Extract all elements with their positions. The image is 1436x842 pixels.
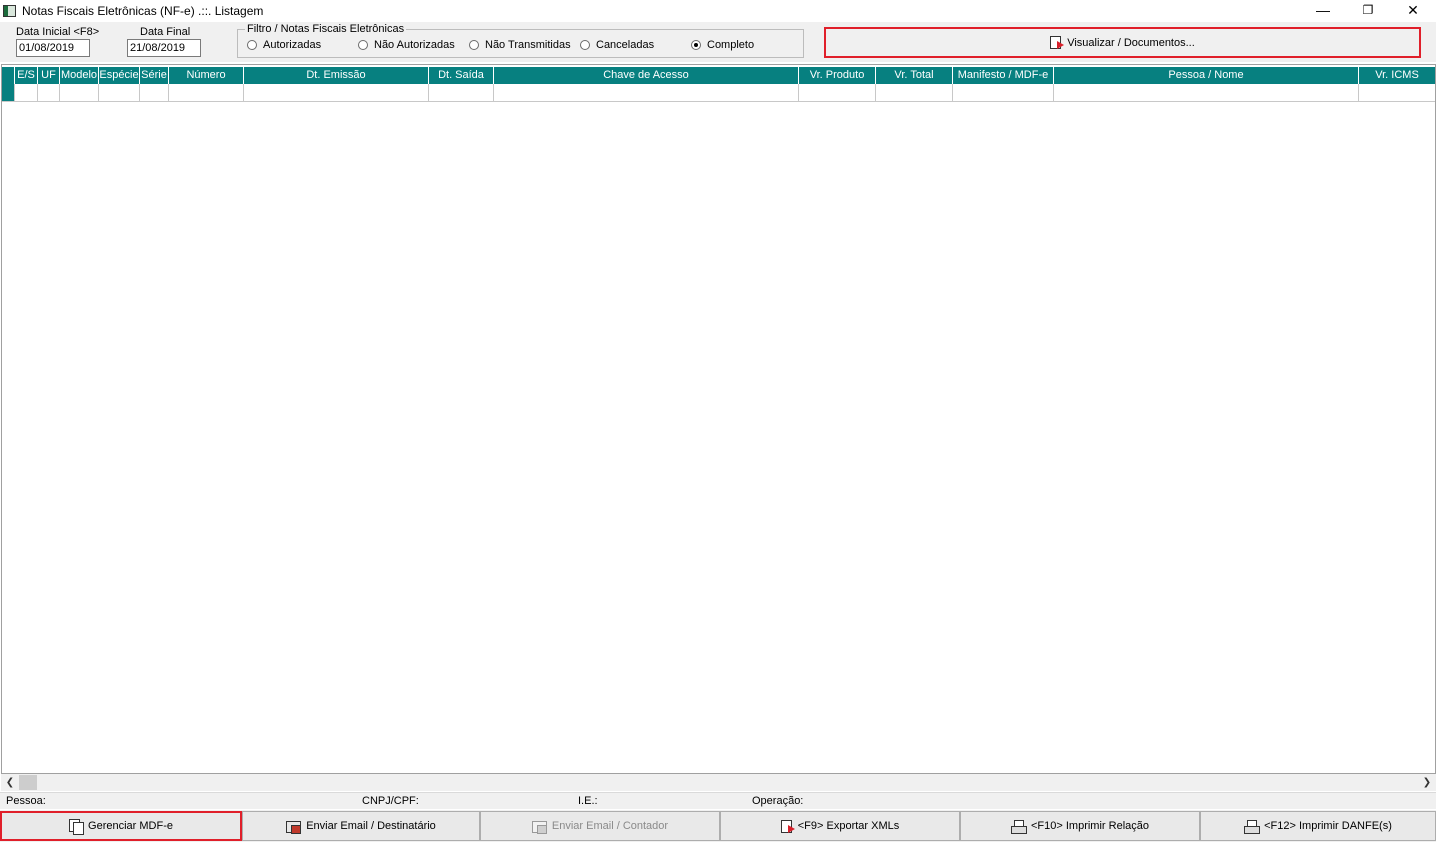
- table-cell[interactable]: [99, 84, 140, 102]
- col-vr-icms[interactable]: Vr. ICMS: [1359, 67, 1435, 84]
- radio-nao-autorizadas[interactable]: Não Autorizadas: [358, 39, 455, 51]
- status-bar: Pessoa: CNPJ/CPF: I.E.: Operação:: [0, 792, 1436, 809]
- imprimir-danfe-button[interactable]: <F12> Imprimir DANFE(s): [1200, 811, 1436, 841]
- col-manifesto-mdfe[interactable]: Manifesto / MDF-e: [953, 67, 1054, 84]
- scrollbar-thumb[interactable]: [19, 775, 37, 790]
- enviar-email-contador-button[interactable]: Enviar Email / Contador: [480, 811, 720, 841]
- close-button[interactable]: ✕: [1390, 0, 1436, 22]
- table-cell[interactable]: [140, 84, 169, 102]
- gerenciar-mdfe-button[interactable]: Gerenciar MDF-e: [0, 811, 242, 841]
- col-especie[interactable]: Espécie: [99, 67, 140, 84]
- exportar-xmls-button[interactable]: <F9> Exportar XMLs: [720, 811, 960, 841]
- nfe-grid[interactable]: E/S UF Modelo Espécie Série Número Dt. E…: [1, 64, 1436, 774]
- bottom-action-bar: Gerenciar MDF-e Enviar Email / Destinatá…: [0, 810, 1436, 842]
- radio-checked-icon: [691, 40, 701, 50]
- ie-label: I.E.:: [578, 795, 598, 807]
- filter-group-label: Filtro / Notas Fiscais Eletrônicas: [245, 23, 407, 35]
- table-cell[interactable]: [1359, 84, 1435, 102]
- radio-circle-icon: [358, 40, 368, 50]
- horizontal-scrollbar[interactable]: ❮ ❯: [1, 774, 1436, 791]
- document-arrow-icon: [780, 819, 795, 833]
- nfe-filter-group: Filtro / Notas Fiscais Eletrônicas Autor…: [237, 23, 804, 58]
- table-cell[interactable]: [429, 84, 494, 102]
- start-date-label: Data Inicial <F8>: [16, 26, 100, 38]
- table-cell[interactable]: [15, 84, 38, 102]
- email-icon: [286, 819, 302, 834]
- table-cell[interactable]: [1054, 84, 1359, 102]
- col-pessoa-nome[interactable]: Pessoa / Nome: [1054, 67, 1359, 84]
- table-cell[interactable]: [876, 84, 953, 102]
- col-modelo[interactable]: Modelo: [60, 67, 99, 84]
- col-indicator: [2, 67, 15, 84]
- radio-circle-icon: [469, 40, 479, 50]
- col-vr-produto[interactable]: Vr. Produto: [799, 67, 876, 84]
- restore-button[interactable]: ❐: [1345, 0, 1391, 22]
- table-cell[interactable]: [38, 84, 60, 102]
- table-cell[interactable]: [953, 84, 1054, 102]
- document-arrow-icon: [1050, 36, 1065, 49]
- end-date-label: Data Final: [140, 26, 191, 38]
- col-serie[interactable]: Série: [140, 67, 169, 84]
- col-dt-emissao[interactable]: Dt. Emissão: [244, 67, 429, 84]
- printer-icon: [1244, 819, 1261, 834]
- printer-icon: [1011, 819, 1027, 834]
- minimize-button[interactable]: —: [1300, 0, 1346, 22]
- filter-toolbar: Data Inicial <F8> Data Final Filtro / No…: [0, 22, 1436, 62]
- scroll-right-icon[interactable]: ❯: [1420, 775, 1434, 790]
- imprimir-relacao-button[interactable]: <F10> Imprimir Relação: [960, 811, 1200, 841]
- radio-completo[interactable]: Completo: [691, 39, 754, 51]
- table-cell[interactable]: [60, 84, 99, 102]
- documents-icon: [69, 819, 85, 835]
- radio-autorizadas[interactable]: Autorizadas: [247, 39, 321, 51]
- col-chave-acesso[interactable]: Chave de Acesso: [494, 67, 799, 84]
- table-cell[interactable]: [494, 84, 799, 102]
- table-cell[interactable]: [799, 84, 876, 102]
- enviar-email-destinatario-button[interactable]: Enviar Email / Destinatário: [242, 811, 480, 841]
- radio-canceladas[interactable]: Canceladas: [580, 39, 654, 51]
- scroll-left-icon[interactable]: ❮: [3, 775, 17, 790]
- window-title: Notas Fiscais Eletrônicas (NF-e) .::. Li…: [22, 4, 264, 18]
- radio-nao-transmitidas[interactable]: Não Transmitidas: [469, 39, 571, 51]
- row-indicator: [2, 84, 15, 102]
- start-date-input[interactable]: [16, 39, 90, 57]
- col-numero[interactable]: Número: [169, 67, 244, 84]
- radio-circle-icon: [247, 40, 257, 50]
- cnpj-cpf-label: CNPJ/CPF:: [362, 795, 419, 807]
- table-cell[interactable]: [169, 84, 244, 102]
- col-vr-total[interactable]: Vr. Total: [876, 67, 953, 84]
- col-es[interactable]: E/S: [15, 67, 38, 84]
- title-bar: Notas Fiscais Eletrônicas (NF-e) .::. Li…: [0, 0, 1436, 22]
- operacao-label: Operação:: [752, 795, 804, 807]
- pessoa-label: Pessoa:: [6, 795, 46, 807]
- visualizar-documentos-button[interactable]: Visualizar / Documentos...: [824, 27, 1421, 58]
- col-uf[interactable]: UF: [38, 67, 60, 84]
- col-dt-saida[interactable]: Dt. Saída: [429, 67, 494, 84]
- email-icon: [531, 819, 547, 834]
- app-window-icon: [3, 5, 16, 17]
- radio-circle-icon: [580, 40, 590, 50]
- table-cell[interactable]: [244, 84, 429, 102]
- end-date-input[interactable]: [127, 39, 201, 57]
